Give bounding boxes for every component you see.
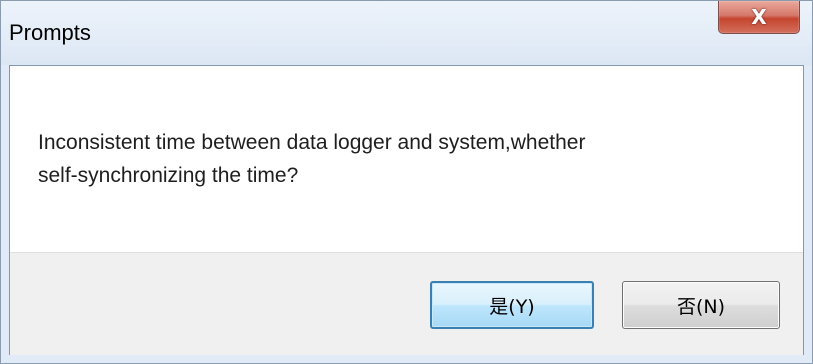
prompts-dialog-window: Prompts X Inconsistent time between data… [0, 0, 813, 364]
titlebar[interactable]: Prompts X [1, 1, 812, 65]
button-bar: 是(Y) 否(N) [10, 252, 803, 355]
message-line-2: self-synchronizing the time? [38, 164, 299, 187]
message-line-1: Inconsistent time between data logger an… [38, 131, 586, 154]
close-icon: X [751, 5, 767, 29]
no-button-label: 否(N) [676, 295, 726, 318]
message-text: Inconsistent time between data logger an… [38, 126, 758, 192]
yes-button-label: 是(Y) [489, 295, 535, 318]
dialog-content: Inconsistent time between data logger an… [9, 65, 804, 355]
message-area: Inconsistent time between data logger an… [10, 66, 803, 252]
window-title: Prompts [9, 20, 91, 45]
no-button[interactable]: 否(N) [622, 281, 780, 329]
yes-button[interactable]: 是(Y) [430, 281, 594, 329]
close-button[interactable]: X [718, 1, 800, 34]
